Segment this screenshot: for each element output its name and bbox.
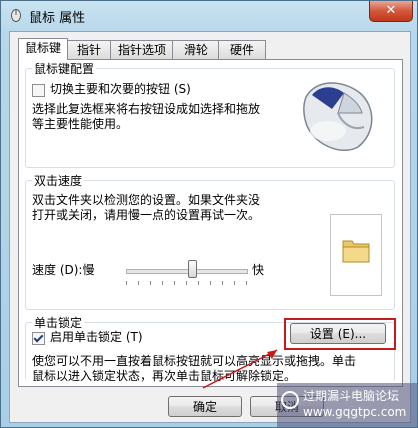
dialog-client: 鼠标键 指针 指针选项 滑轮 硬件 鼠标键配置 切换主要和次要的按钮 (S) 选… (9, 31, 411, 423)
mouse-app-icon (11, 9, 21, 22)
double-click-label: 双击速度 (32, 172, 85, 189)
tab-panel: 鼠标键配置 切换主要和次要的按钮 (S) 选择此复选框来将右按钮设成如选择和拖放… (18, 59, 403, 389)
speed-slider-tick (162, 281, 163, 285)
speed-slider-tick (126, 281, 127, 285)
window-title: 鼠标 属性 (29, 11, 86, 26)
speed-slider-tick (150, 281, 151, 285)
mouse-properties-window: 鼠标 属性 ✕ 鼠标键 指针 指针选项 滑轮 硬件 鼠标键配置 切换主要和次要的… (0, 0, 418, 428)
double-click-description-line1: 双击文件夹以检测您的设置。如果文件夹没 (32, 193, 261, 207)
folder-icon[interactable] (341, 235, 371, 265)
click-lock-label: 单击锁定 (32, 314, 85, 331)
speed-slider-tick (186, 281, 187, 285)
enable-click-lock-label[interactable]: 启用单击锁定 (T) (50, 330, 143, 345)
watermark-logo-icon (281, 391, 299, 409)
speed-slider-tick (198, 281, 199, 285)
watermark-text: 过期漏斗电脑论坛 (303, 389, 400, 403)
enable-click-lock-checkbox[interactable] (32, 332, 45, 345)
speed-slow-label: 速度 (D):慢 (32, 263, 95, 277)
tab-pointer-options[interactable]: 指针选项 (110, 40, 174, 59)
mouse-illustration-icon (303, 82, 373, 152)
ok-button[interactable]: 确定 (168, 396, 242, 417)
speed-slider-tick (246, 281, 247, 285)
speed-slider-tick (234, 281, 235, 285)
button-config-label: 鼠标键配置 (32, 60, 97, 77)
speed-slider-tick (138, 281, 139, 285)
speed-slider-thumb[interactable] (188, 260, 197, 278)
title-bar[interactable]: 鼠标 属性 ✕ (1, 1, 417, 29)
speed-slider-tick (174, 281, 175, 285)
site-watermark: 过期漏斗电脑论坛 www.gqgtpc.com (277, 383, 417, 427)
swap-description-line2: 等主要性能使用。 (32, 117, 129, 131)
test-folder-area[interactable] (330, 214, 382, 296)
click-lock-settings-button[interactable]: 设置 (E)... (290, 323, 386, 344)
double-click-group: 双击速度 双击文件夹以检测您的设置。如果文件夹没 打开或关闭，请用慢一点的设置再… (25, 172, 395, 310)
swap-buttons-checkbox[interactable] (32, 84, 45, 97)
speed-slider-track[interactable] (126, 269, 248, 274)
tab-pointers[interactable]: 指针 (66, 40, 112, 59)
tab-wheel[interactable]: 滑轮 (172, 40, 220, 59)
annotation-arrow-icon (202, 349, 278, 389)
click-lock-description-line1: 使您可以不用一直按着鼠标按钮就可以高亮显示或拖拽。单击 (32, 354, 357, 368)
double-click-description-line2: 打开或关闭，请用慢一点的设置再试一次。 (32, 208, 261, 222)
watermark-url: www.gqgtpc.com (303, 405, 407, 419)
tab-hardware[interactable]: 硬件 (218, 40, 266, 59)
swap-buttons-label[interactable]: 切换主要和次要的按钮 (S) (50, 82, 191, 97)
speed-slider-tick (222, 281, 223, 285)
speed-slider-tick (210, 281, 211, 285)
close-button[interactable]: ✕ (369, 1, 413, 22)
tab-buttons[interactable]: 鼠标键 (18, 38, 68, 60)
speed-fast-label: 快 (252, 263, 265, 277)
swap-description-line1: 选择此复选框来将右按钮设成如选择和拖放 (32, 102, 261, 116)
button-config-group: 鼠标键配置 切换主要和次要的按钮 (S) 选择此复选框来将右按钮设成如选择和拖放… (25, 60, 395, 168)
